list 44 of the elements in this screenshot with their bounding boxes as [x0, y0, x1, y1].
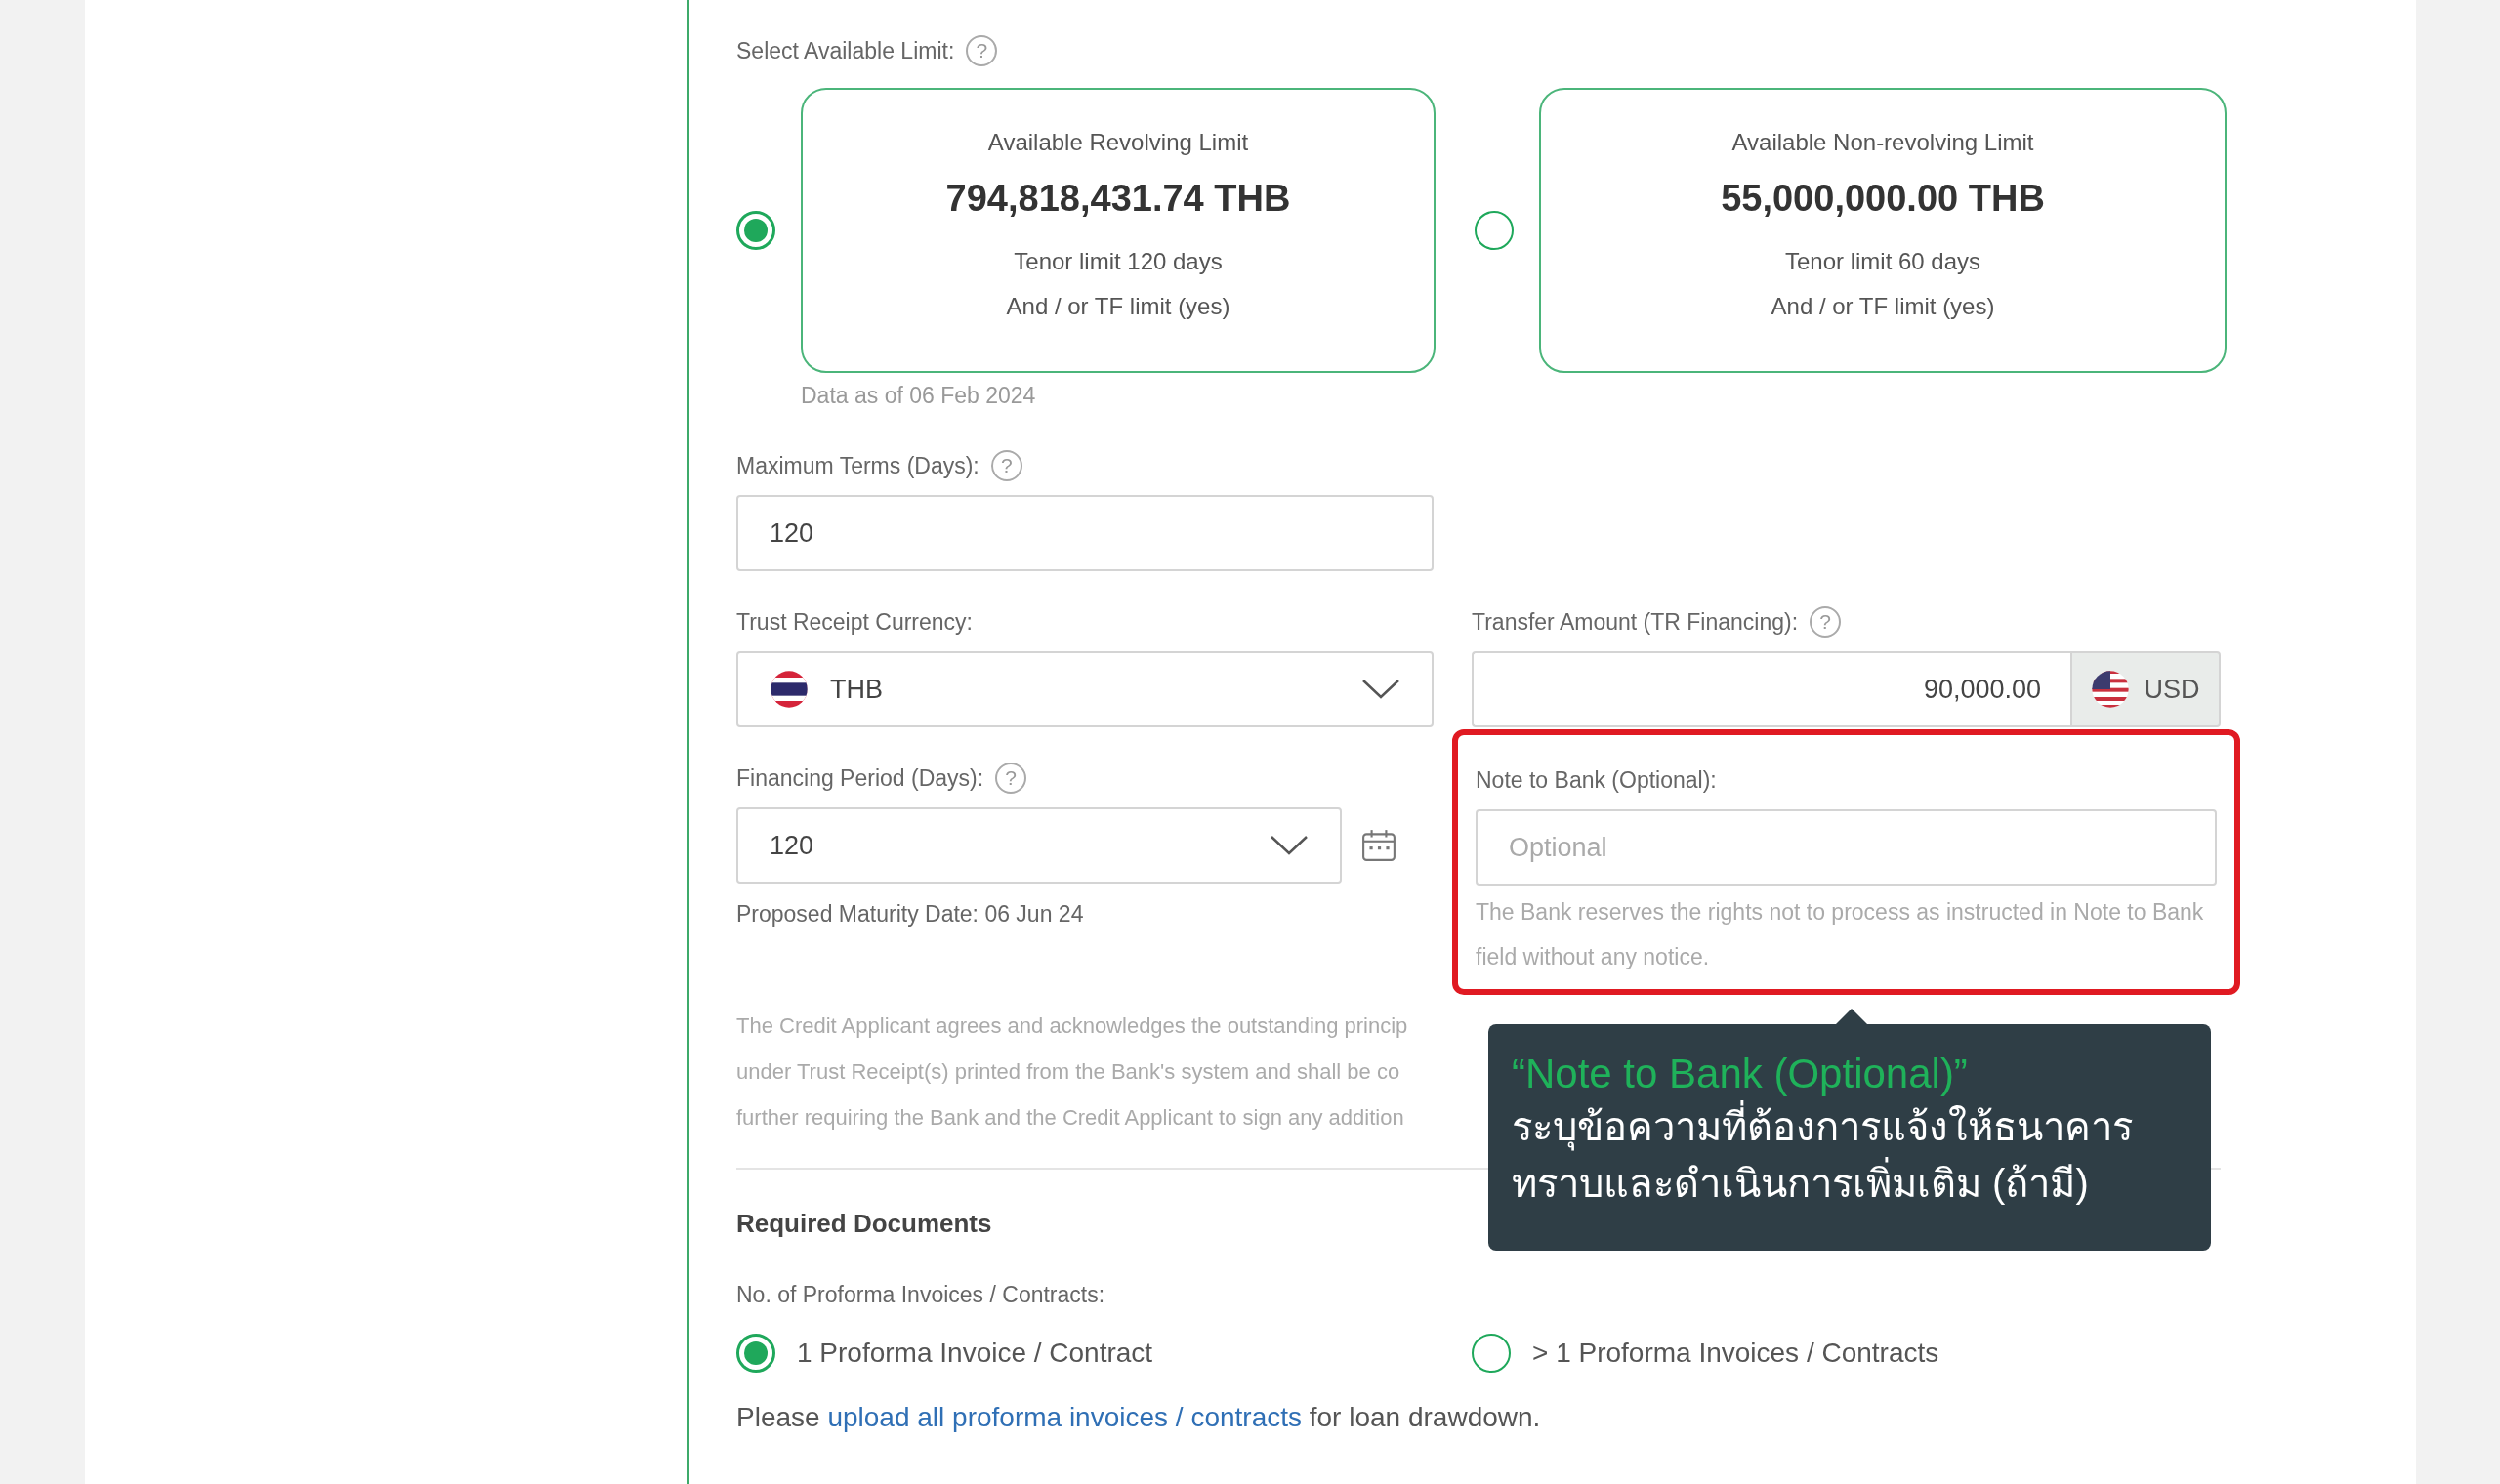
data-date: Data as of 06 Feb 2024 — [801, 383, 1037, 409]
note-field[interactable]: Optional — [1476, 809, 2217, 886]
field-label: Financing Period (Days): — [736, 764, 984, 792]
field-label: No. of Proforma Invoices / Contracts: — [736, 1282, 1106, 1308]
tenor-limit: Tenor limit 60 days — [1784, 247, 1981, 276]
radio-button[interactable] — [736, 1334, 775, 1373]
section-title: Required Documents — [736, 1209, 993, 1239]
limit-card[interactable]: Available Revolving Limit 794,818,431.74 THB Tenor limit 120 days And / or TF limit (yes) — [801, 88, 1436, 373]
currency-select[interactable]: THB — [736, 651, 1434, 727]
limit-amount: 55,000,000.00 THB — [1721, 178, 2045, 220]
upload-instruction: Please upload all proforma invoices / contracts for loan drawdown. — [736, 1402, 1542, 1433]
disclaimer-text: further requiring the Bank and the Credit Applicant to sign any addition — [736, 1104, 1404, 1132]
limit-amount: 794,818,431.74 THB — [945, 178, 1291, 220]
radio-label[interactable]: 1 Proforma Invoice / Contract — [797, 1338, 1153, 1369]
amount-field[interactable]: 90,000.00 — [1472, 651, 2070, 727]
tooltip-title: “Note to Bank (Optional)” — [1512, 1050, 1969, 1098]
limit-card[interactable]: Available Non-revolving Limit 55,000,000.00 THB Tenor limit 60 days And / or TF limit (yes) — [1539, 88, 2227, 373]
disclaimer-text: The Credit Applicant agrees and acknowledges the outstanding princip — [736, 1012, 1408, 1040]
field-label: Trust Receipt Currency: — [736, 608, 973, 636]
card-title: Available Revolving Limit — [987, 129, 1249, 156]
chevron-down-icon — [1270, 835, 1309, 856]
upload-link[interactable]: upload all proforma invoices / contracts — [827, 1402, 1302, 1432]
chevron-down-icon — [1361, 679, 1400, 700]
note-hint: The Bank reserves the rights not to process as instructed in Note to Bank field without any notice. — [1476, 898, 2205, 971]
card-title: Available Non-revolving Limit — [1731, 129, 2034, 156]
tenor-limit: Tenor limit 120 days — [1014, 247, 1223, 276]
field-label: Select Available Limit: — [736, 37, 955, 64]
field-label: Maximum Terms (Days): — [736, 452, 979, 479]
disclaimer-text: under Trust Receipt(s) printed from the Bank's system and shall be co — [736, 1058, 1400, 1086]
field-label: Transfer Amount (TR Financing): — [1472, 608, 1799, 636]
maturity-date: Proposed Maturity Date: 06 Jun 24 — [736, 901, 1085, 928]
radio-button[interactable] — [736, 211, 775, 250]
period-select[interactable]: 120 — [736, 807, 1342, 884]
terms-field[interactable]: 120 — [736, 495, 1434, 571]
radio-button[interactable] — [1475, 211, 1514, 250]
tf-limit: And / or TF limit (yes) — [1006, 292, 1230, 321]
currency-addon[interactable]: USD — [2070, 651, 2221, 727]
radio-button[interactable] — [1472, 1334, 1511, 1373]
calendar-icon[interactable] — [1361, 829, 1396, 862]
tooltip-text: ระบุข้อความที่ต้องการแจ้งให้ธนาคาร ทราบและดำเนินการเพิ่มเติม (ถ้ามี) — [1512, 1098, 2188, 1212]
flag-icon — [770, 670, 809, 709]
tf-limit: And / or TF limit (yes) — [1771, 292, 1995, 321]
radio-label[interactable]: > 1 Proforma Invoices / Contracts — [1532, 1338, 1939, 1369]
field-label: Note to Bank (Optional): — [1476, 766, 1717, 794]
